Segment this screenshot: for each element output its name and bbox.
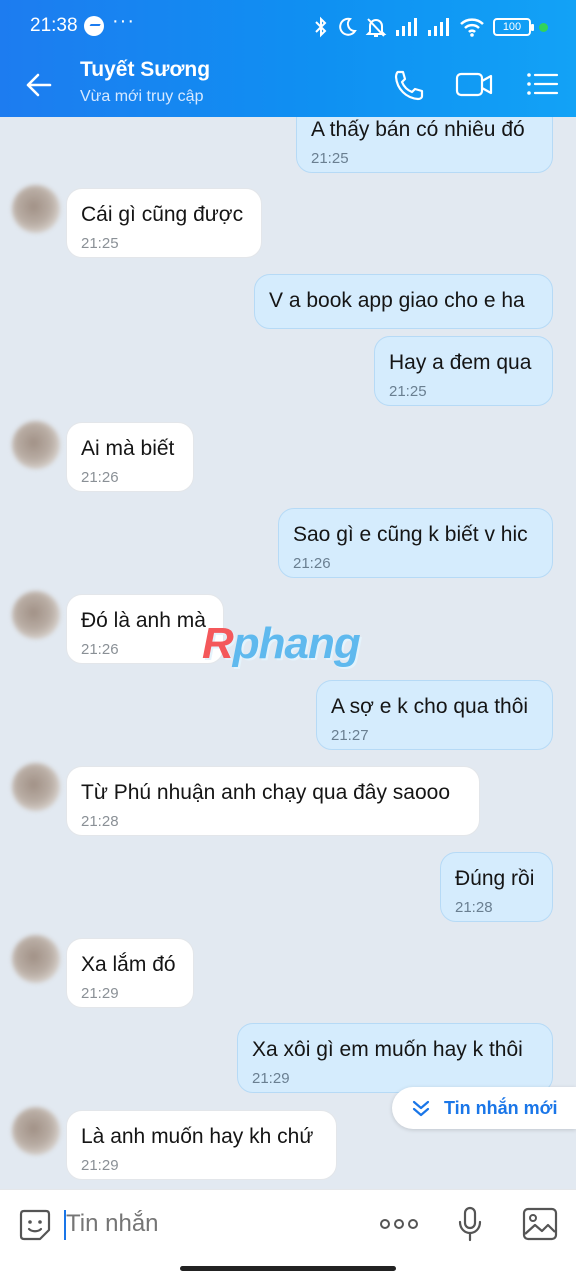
status-icons: 100: [313, 14, 548, 40]
avatar[interactable]: [12, 185, 60, 233]
message-input[interactable]: [66, 1206, 356, 1242]
message-time: 21:25: [81, 235, 119, 253]
message-bubble-incoming[interactable]: Xa lắm đó 21:29: [66, 938, 194, 1008]
arrow-left-icon[interactable]: [22, 68, 56, 102]
message-bubble-incoming[interactable]: Là anh muốn hay kh chứ 21:29: [66, 1110, 337, 1180]
message-text: Xa lắm đó: [81, 953, 176, 976]
message-time: 21:28: [455, 899, 493, 917]
more-dots-icon[interactable]: [378, 1206, 420, 1242]
signal-icon: [396, 18, 417, 36]
message-bubble-outgoing[interactable]: Đúng rồi 21:28: [440, 852, 553, 922]
privacy-dot: [539, 22, 548, 32]
new-message-label: Tin nhắn mới: [444, 1097, 558, 1118]
message-bubble-incoming[interactable]: Cái gì cũng được 21:25: [66, 188, 262, 258]
battery-icon: 100: [493, 18, 534, 36]
status-time: 21:38: [30, 15, 78, 36]
chevrons-down-icon: [412, 1100, 430, 1117]
message-text: Đó là anh mà: [81, 609, 206, 632]
message-text: Xa xôi gì em muốn hay k thôi: [252, 1038, 523, 1061]
home-indicator: [180, 1266, 396, 1271]
microphone-icon[interactable]: [456, 1206, 484, 1242]
message-bubble-incoming[interactable]: Từ Phú nhuận anh chạy qua đây saooo 21:2…: [66, 766, 480, 836]
phone-icon[interactable]: [388, 66, 428, 102]
wifi-icon: [460, 18, 484, 37]
message-text: V a book app giao cho e ha: [269, 289, 525, 312]
message-time: 21:26: [81, 641, 119, 659]
message-time: 21:25: [311, 150, 349, 168]
watermark-logo: Rphang: [202, 619, 361, 668]
messenger-notification-icon: [84, 16, 104, 36]
message-bubble-incoming[interactable]: Đó là anh mà 21:26: [66, 594, 224, 664]
avatar[interactable]: [12, 935, 60, 983]
image-icon[interactable]: [522, 1206, 558, 1242]
message-text: A thấy bán có nhiêu đó: [311, 118, 525, 141]
app-bar: Tuyết Sương Vừa mới truy cập: [0, 54, 576, 117]
list-menu-icon[interactable]: [522, 66, 562, 102]
message-text: Là anh muốn hay kh chứ: [81, 1125, 314, 1148]
message-bubble-incoming[interactable]: Ai mà biết 21:26: [66, 422, 194, 492]
message-list[interactable]: A thấy bán có nhiêu đó 21:25 Cái gì cũng…: [0, 117, 576, 1189]
header: 21:38 ··· 100 Tuyết Sương Vừa mới truy c…: [0, 0, 576, 117]
message-time: 21:28: [81, 813, 119, 831]
status-more-icon: ···: [112, 10, 135, 32]
contact-name[interactable]: Tuyết Sương: [80, 58, 210, 82]
bluetooth-icon: [315, 16, 327, 38]
avatar[interactable]: [12, 591, 60, 639]
status-bar: 21:38 ··· 100: [0, 0, 576, 54]
bell-off-icon: [365, 18, 387, 37]
new-message-button[interactable]: Tin nhắn mới: [392, 1087, 576, 1129]
message-time: 21:26: [293, 555, 331, 573]
message-time: 21:27: [331, 727, 369, 745]
message-time: 21:29: [81, 1157, 119, 1175]
message-text: Hay a đem qua: [389, 351, 532, 374]
contact-status: Vừa mới truy cập: [80, 88, 204, 105]
message-time: 21:29: [252, 1070, 290, 1088]
message-bubble-outgoing[interactable]: Xa xôi gì em muốn hay k thôi 21:29: [237, 1023, 553, 1093]
moon-icon: [339, 17, 357, 36]
message-bubble-outgoing[interactable]: A thấy bán có nhiêu đó 21:25: [296, 117, 553, 173]
message-bubble-outgoing[interactable]: Hay a đem qua 21:25: [374, 336, 553, 406]
message-text: Từ Phú nhuận anh chạy qua đây saooo: [81, 781, 450, 804]
message-text: Đúng rồi: [455, 867, 535, 890]
message-text: Sao gì e cũng k biết v hic: [293, 523, 528, 546]
video-camera-icon[interactable]: [454, 66, 494, 102]
message-text: Cái gì cũng được: [81, 203, 244, 226]
avatar[interactable]: [12, 1107, 60, 1155]
message-time: 21:26: [81, 469, 119, 487]
message-text: A sợ e k cho qua thôi: [331, 695, 529, 718]
message-time: 21:25: [389, 383, 427, 401]
composer-bar: [0, 1189, 576, 1280]
signal-icon-2: [428, 18, 449, 36]
sticker-icon[interactable]: [18, 1208, 52, 1242]
avatar[interactable]: [12, 763, 60, 811]
message-bubble-outgoing[interactable]: V a book app giao cho e ha: [254, 274, 553, 329]
avatar[interactable]: [12, 421, 60, 469]
message-time: 21:29: [81, 985, 119, 1003]
message-bubble-outgoing[interactable]: Sao gì e cũng k biết v hic 21:26: [278, 508, 553, 578]
message-text: Ai mà biết: [81, 437, 175, 460]
message-bubble-outgoing[interactable]: A sợ e k cho qua thôi 21:27: [316, 680, 553, 750]
